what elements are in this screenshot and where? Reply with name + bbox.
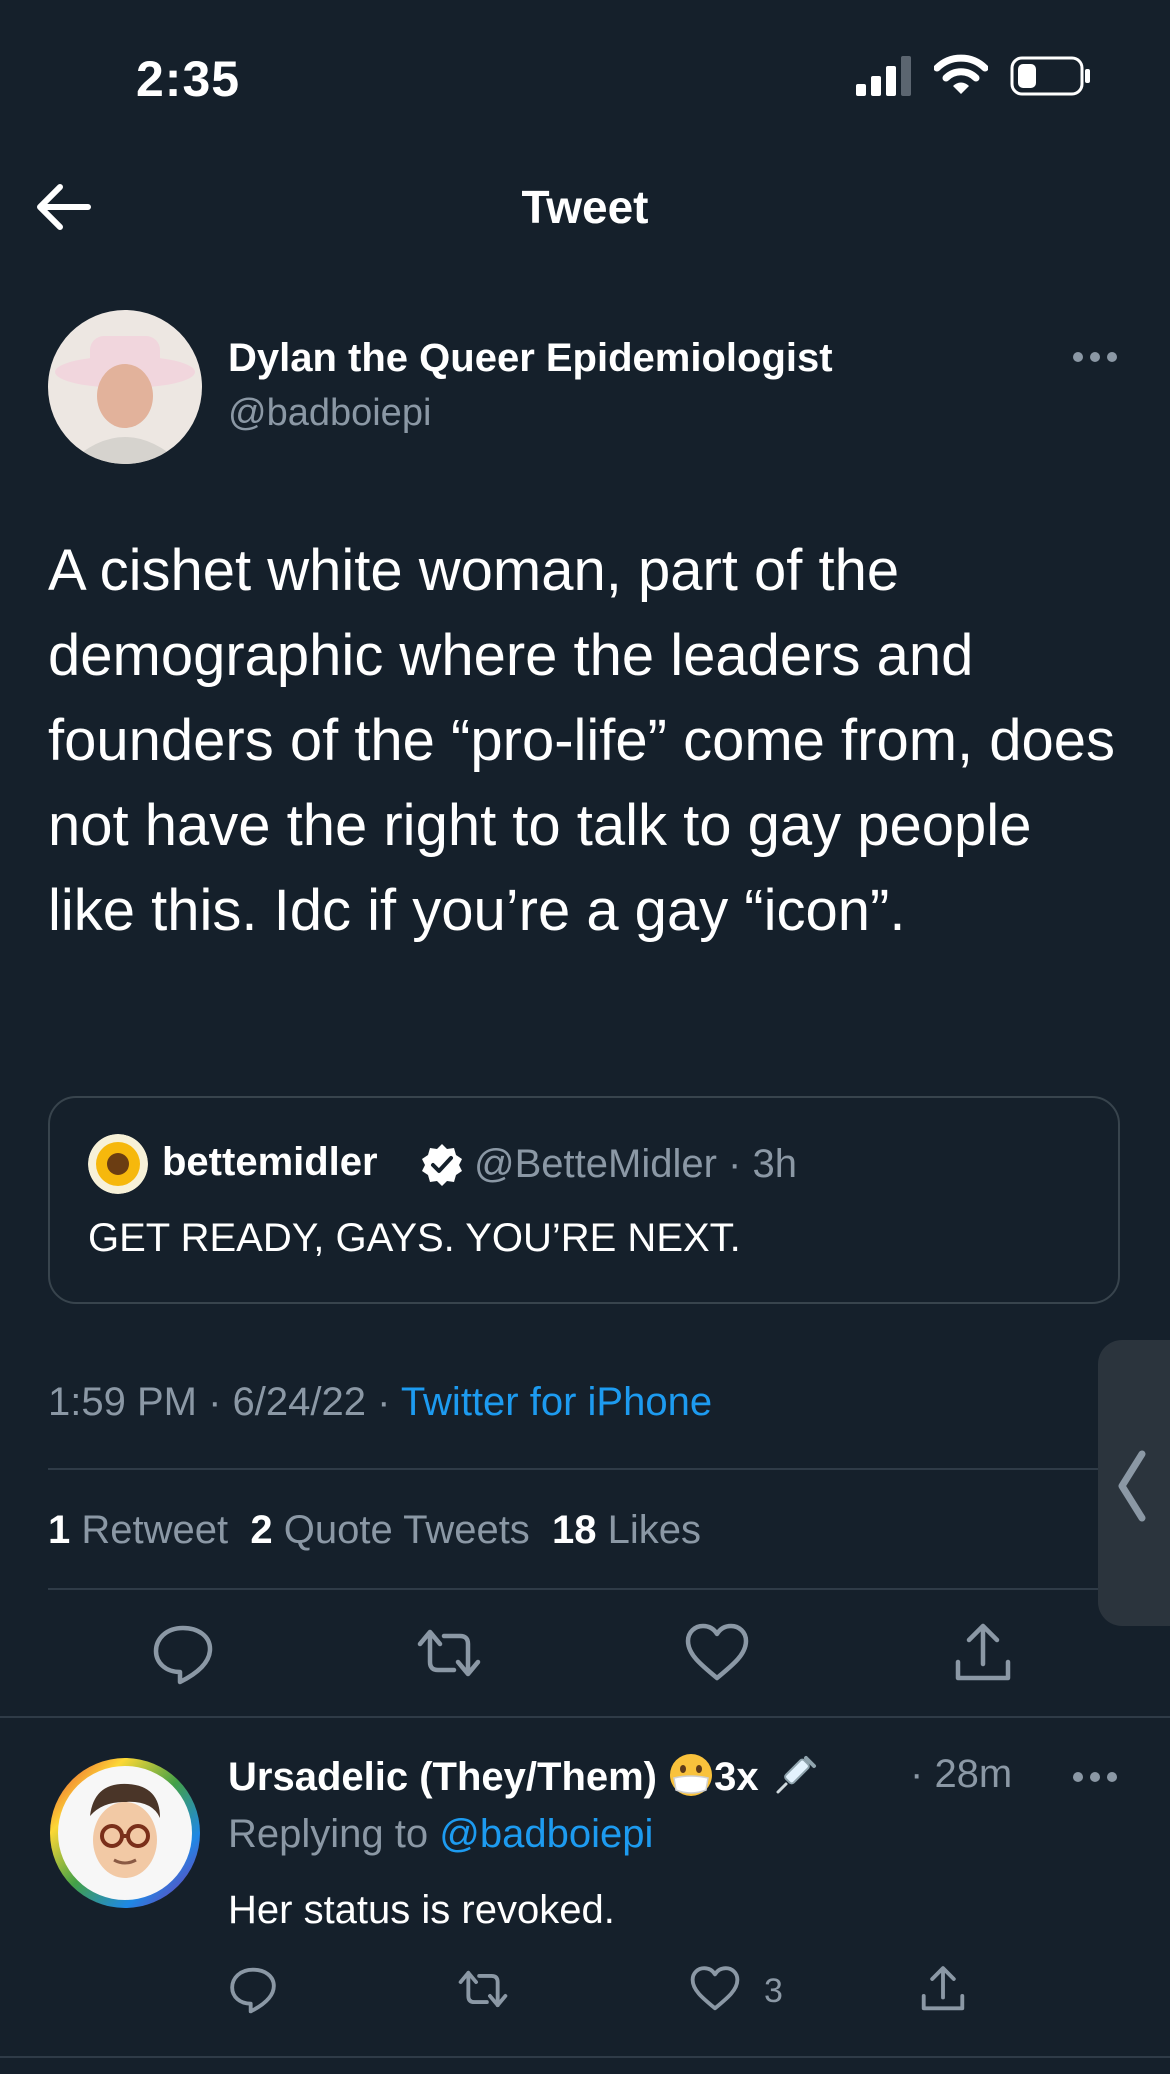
syringe-emoji-icon — [776, 1756, 816, 1794]
author-handle[interactable]: @badboiepi — [228, 392, 431, 435]
sunflower-icon — [88, 1134, 148, 1194]
quote-tweets-stat[interactable]: 2 Quote Tweets — [250, 1508, 529, 1552]
replying-to-handle-link[interactable]: @badboiepi — [439, 1812, 653, 1856]
wifi-icon — [934, 54, 988, 94]
reply-icon[interactable] — [226, 1962, 280, 2016]
chevron-left-icon — [1118, 1450, 1146, 1522]
quoted-tweet[interactable]: bettemidler @BetteMidler · 3h GET READY,… — [48, 1096, 1120, 1304]
divider — [0, 2056, 1170, 2058]
replying-to: Replying to @badboiepi — [228, 1812, 654, 1856]
status-time: 2:35 — [136, 51, 241, 107]
tweet-source-link[interactable]: Twitter for iPhone — [401, 1380, 712, 1424]
retweet-icon[interactable] — [456, 1962, 510, 2016]
like-icon[interactable] — [688, 1962, 742, 2016]
share-icon[interactable] — [916, 1962, 970, 2016]
battery-icon — [1010, 56, 1090, 96]
tweet-text: A cishet white woman, part of the demogr… — [48, 538, 1116, 943]
signal-icon — [856, 56, 911, 96]
divider — [48, 1588, 1120, 1590]
page-title: Tweet — [521, 181, 649, 233]
share-icon[interactable] — [948, 1618, 1018, 1688]
like-icon[interactable] — [682, 1618, 752, 1688]
quoted-handle-and-age: @BetteMidler · 3h — [474, 1142, 797, 1186]
reply-icon[interactable] — [148, 1618, 218, 1688]
likes-stat[interactable]: 18 Likes — [552, 1508, 701, 1552]
author-avatar[interactable] — [48, 310, 202, 464]
verified-badge-icon — [422, 1144, 462, 1186]
author-name[interactable]: Dylan the Queer Epidemiologist — [228, 336, 833, 381]
tweet-stats: 1 Retweet 2 Quote Tweets 18 Likes — [48, 1508, 701, 1553]
retweets-stat[interactable]: 1 Retweet — [48, 1508, 228, 1552]
quoted-text: GET READY, GAYS. YOU’RE NEXT. — [88, 1216, 741, 1260]
quoted-author-name: bettemidler — [162, 1140, 378, 1184]
reply-author-name[interactable]: Ursadelic (They/Them) 3x — [228, 1752, 820, 1800]
divider — [48, 1468, 1120, 1470]
reply-age: · 28m — [910, 1752, 1013, 1796]
more-icon[interactable] — [1072, 350, 1118, 364]
tweet-date: 6/24/22 — [232, 1380, 366, 1424]
retweet-icon[interactable] — [414, 1618, 484, 1688]
tweet-time: 1:59 PM — [48, 1380, 197, 1424]
reply-like-count: 3 — [764, 1972, 783, 2010]
tweet-meta: 1:59 PM · 6/24/22 · Twitter for iPhone — [48, 1380, 713, 1424]
reply-avatar[interactable] — [48, 1756, 202, 1910]
more-icon[interactable] — [1072, 1770, 1118, 1784]
reply-text: Her status is revoked. — [228, 1888, 615, 1932]
divider — [0, 1716, 1170, 1718]
mask-emoji-icon — [670, 1754, 713, 1796]
side-drawer-handle[interactable] — [1098, 1340, 1170, 1626]
